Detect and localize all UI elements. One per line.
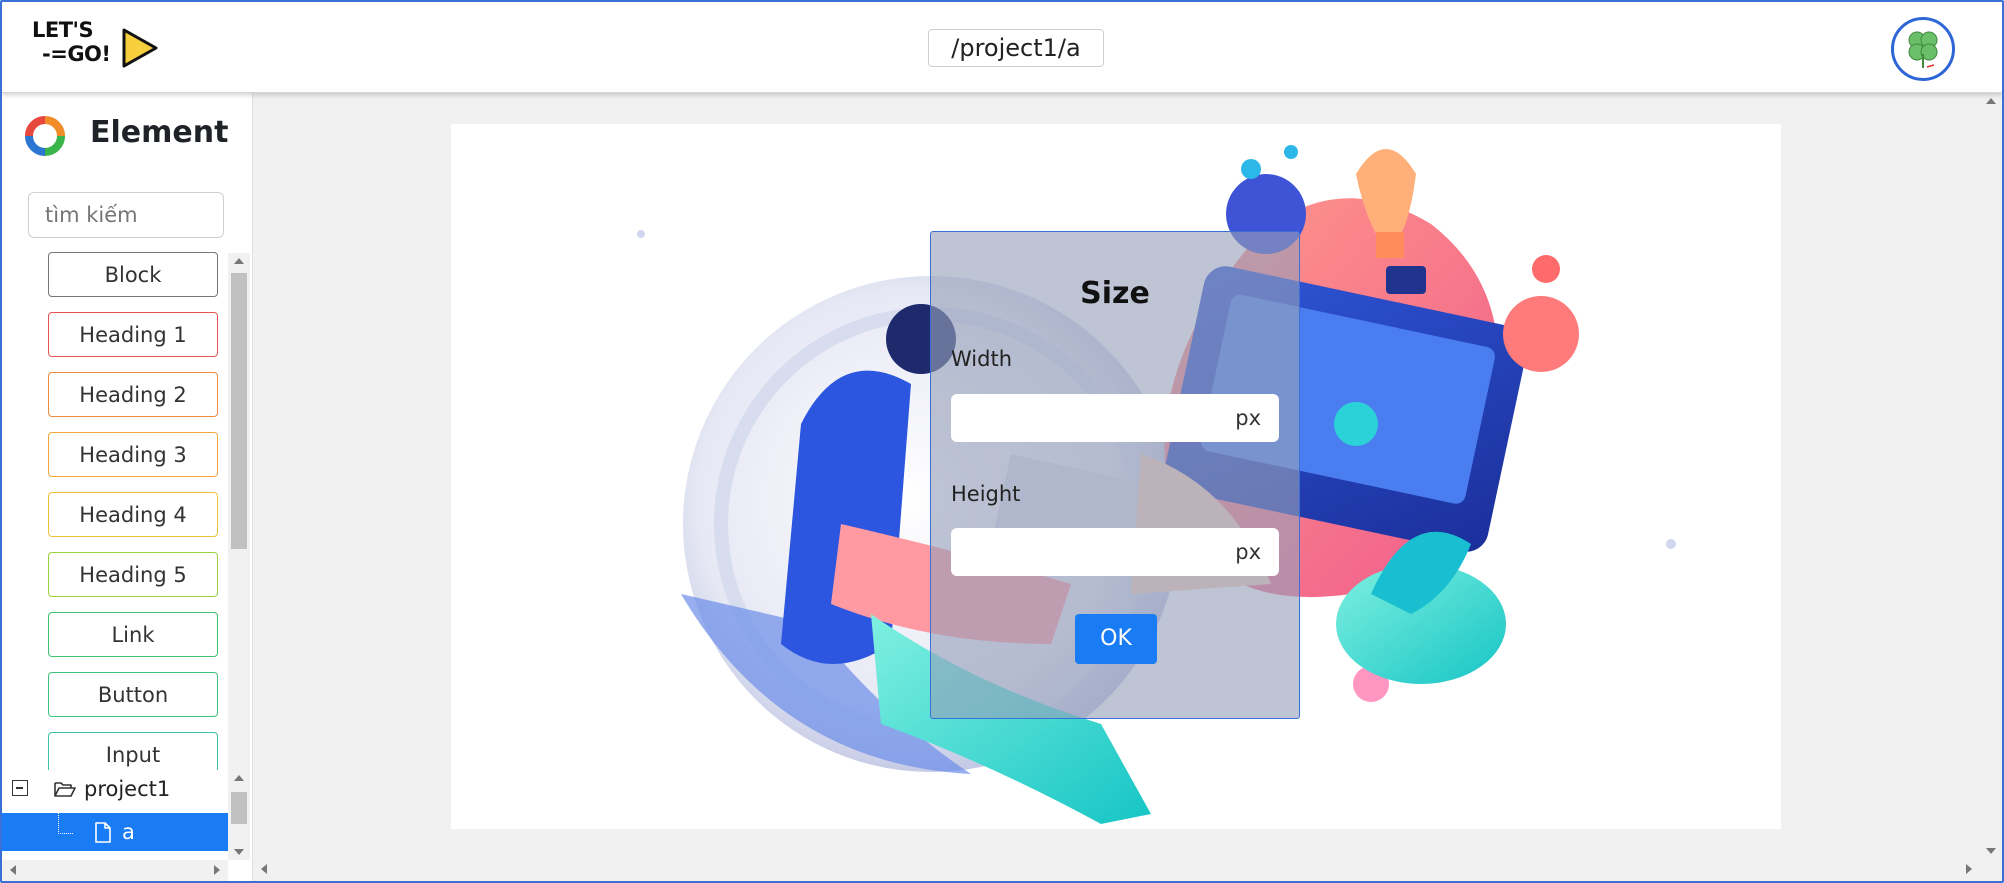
sidebar-title: Element [90,115,229,150]
logo-text: LET'S -=GO! [32,18,111,66]
scroll-left-arrow-icon[interactable] [10,865,16,875]
element-list: Block Heading 1 Heading 2 Heading 3 Head… [2,248,228,770]
logo-line-2: -=GO! [42,42,111,66]
element-search-input[interactable] [28,192,224,238]
element-heading2-button[interactable]: Heading 2 [48,372,218,417]
width-label: Width [951,347,1013,371]
canvas-horizontal-scrollbar[interactable] [253,859,1980,881]
width-input[interactable]: px [951,394,1279,442]
sidebar-horizontal-scrollbar[interactable] [2,860,228,881]
scrollbar-thumb[interactable] [231,792,247,824]
size-dialog: Size Width px Height px OK [930,231,1300,719]
logo-line-1: LET'S [32,18,94,42]
ok-button[interactable]: OK [1075,614,1157,664]
height-unit: px [1235,540,1261,564]
tree-scrollbar[interactable] [228,770,250,860]
height-input[interactable]: px [951,528,1279,576]
element-block-button[interactable]: Block [48,252,218,297]
scroll-down-arrow-icon[interactable] [1986,848,1996,854]
scroll-up-arrow-icon[interactable] [234,258,244,264]
element-heading1-button[interactable]: Heading 1 [48,312,218,357]
element-button-button[interactable]: Button [48,672,218,717]
logo-go-text: GO! [67,42,111,66]
scroll-left-arrow-icon[interactable] [261,864,267,874]
file-icon [95,822,111,843]
collapse-icon[interactable] [12,780,28,796]
tree-file-label: a [122,820,135,844]
scrollbar-thumb[interactable] [231,273,247,549]
scroll-right-arrow-icon[interactable] [1966,864,1972,874]
element-list-scrollbar[interactable] [228,253,250,770]
tree-branch-line [58,813,73,834]
element-logo-icon [25,116,65,156]
element-heading4-button[interactable]: Heading 4 [48,492,218,537]
scroll-up-arrow-icon[interactable] [1986,98,1996,104]
tree-folder-label: project1 [84,777,171,801]
element-input-button[interactable]: Input [48,732,218,770]
scroll-up-arrow-icon[interactable] [234,775,244,781]
element-sidebar: Element Block Heading 1 Heading 2 Headin… [2,93,253,881]
folder-open-icon [54,782,76,797]
width-unit: px [1235,406,1261,430]
current-path: /project1/a [928,29,1104,67]
tree-file-row[interactable]: a [2,813,228,851]
height-label: Height [951,482,1021,506]
canvas-vertical-scrollbar[interactable] [1980,93,2002,859]
clover-icon [1908,31,1938,68]
project-tree: project1 a [2,770,228,860]
tree-folder-row[interactable]: project1 [2,770,228,808]
play-icon [122,28,158,68]
top-bar: LET'S -=GO! /project1/a [2,2,2002,93]
dialog-title: Size [1080,276,1150,311]
app-window: LET'S -=GO! /project1/a Element tìm kiếm… [0,0,2004,883]
element-link-button[interactable]: Link [48,612,218,657]
element-heading5-button[interactable]: Heading 5 [48,552,218,597]
user-avatar[interactable] [1891,17,1955,81]
app-logo[interactable]: LET'S -=GO! [32,18,172,78]
scroll-down-arrow-icon[interactable] [234,849,244,855]
element-heading3-button[interactable]: Heading 3 [48,432,218,477]
scroll-right-arrow-icon[interactable] [214,865,220,875]
